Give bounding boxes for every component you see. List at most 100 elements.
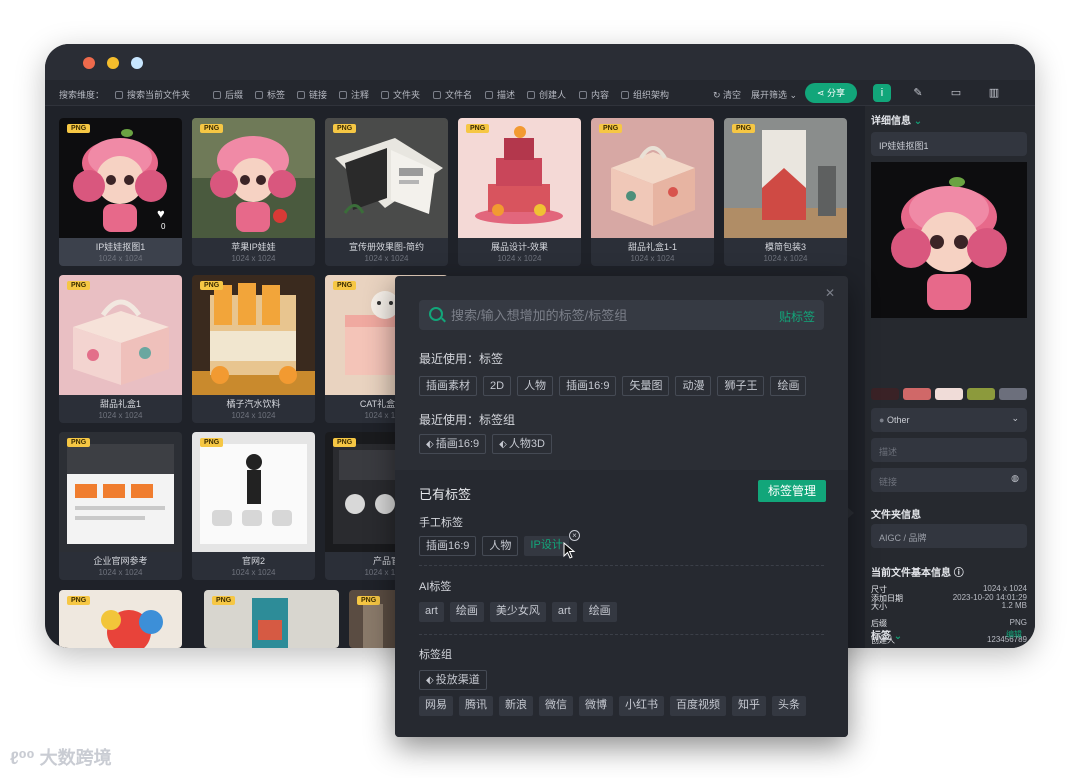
color-swatch[interactable] [967,388,995,400]
group-tag-chip[interactable]: 微信 [539,696,573,716]
filter-option-note[interactable]: 注释 [339,88,369,101]
tag-chip[interactable]: 动漫 [675,376,712,396]
file-type-badge: PNG [599,124,623,133]
tag-chip[interactable]: 人物 [517,376,554,396]
group-tag-chip[interactable]: 小红书 [619,696,664,716]
info-row-date: 添加日期 2023-10-20 14:01:29 [871,593,1027,603]
asset-name: 展品设计-效果 [491,242,548,252]
share-button[interactable]: ⋖ 分享 [805,83,857,103]
asset-card[interactable]: PNG ♥ 0 IP娃娃抠图1 1024 x 1024 [59,118,182,266]
tag-chip[interactable]: 2D [483,376,512,396]
group-tag-chip[interactable]: 腾讯 [459,696,493,716]
expand-filters-button[interactable]: 展开筛选 ⌄ [751,88,797,101]
asset-card[interactable]: PNG [59,590,182,648]
close-window-button[interactable] [83,57,95,69]
group-tag-chip[interactable]: 网易 [419,696,453,716]
filter-option-description[interactable]: 描述 [485,88,515,101]
maximize-window-button[interactable] [131,57,143,69]
asset-card[interactable]: PNG 橘子汽水饮料 1024 x 1024 [192,275,315,423]
color-swatch[interactable] [935,388,963,400]
tag-group-tags: 网易 腾讯 新浪 微信 微博 小红书 百度视频 知乎 头条 [419,696,806,716]
asset-size: 1024 x 1024 [231,568,276,577]
link-field[interactable]: 链接 ◍ [871,468,1027,492]
tag-chip[interactable]: 绘画 [770,376,807,396]
group-tag-chip[interactable]: 百度视频 [670,696,726,716]
manual-tag-chip[interactable]: 人物 [482,536,519,556]
ai-tag-chip[interactable]: 绘画 [449,602,484,622]
asset-thumbnail [724,118,847,238]
color-swatch[interactable] [903,388,931,400]
asset-card[interactable]: PNG 模简包装3 1024 x 1024 [724,118,847,266]
group-tag-chip[interactable]: 知乎 [732,696,766,716]
remove-tag-icon[interactable]: × [569,530,580,541]
filter-option-folder[interactable]: 文件夹 [381,88,420,101]
ai-tag-chip[interactable]: art [419,602,444,622]
tag-chip[interactable]: 插画16:9 [559,376,617,396]
globe-icon[interactable]: ◍ [1011,473,1019,484]
tag-chip[interactable]: 狮子王 [717,376,765,396]
file-type-badge: PNG [357,596,381,605]
color-swatch[interactable] [999,388,1027,400]
file-type-badge: PNG [67,438,91,447]
clear-filters-button[interactable]: ↻ 清空 [713,88,741,101]
filter-option-content[interactable]: 内容 [579,88,609,101]
description-field[interactable]: 描述 [871,438,1027,462]
tag-chip[interactable]: 矢量图 [622,376,670,396]
asset-card[interactable]: PNG 甜品礼盒1-1 1024 x 1024 [591,118,714,266]
comment-tab-icon[interactable]: ✎ [909,84,927,102]
filter-option-tag[interactable]: 标签 [255,88,285,101]
filter-option-current-folder[interactable]: 搜索当前文件夹 [115,88,190,101]
basic-info-title: 当前文件基本信息 ⓘ [871,568,964,579]
color-swatch[interactable] [871,388,899,400]
asset-card[interactable]: PNG 企业官网参考 1024 x 1024 [59,432,182,580]
asset-card[interactable]: PNG 官网2 1024 x 1024 [192,432,315,580]
recent-tags-title: 最近使用：标签 [419,352,504,366]
ai-tag-chip[interactable]: art [551,602,577,622]
edit-tags-link[interactable]: 编辑 [1006,629,1022,640]
tag-group-chip[interactable]: ⬖ 人物3D [492,434,552,454]
asset-card[interactable]: PNG [349,590,399,648]
asset-name: 橘子汽水饮料 [226,399,281,409]
close-icon[interactable]: ✕ [825,286,835,300]
filter-option-creator[interactable]: 创建人 [527,88,566,101]
tag-group-chip[interactable]: ⬖ 插画16:9 [419,434,487,454]
detail-section-title[interactable]: 详细信息 ⌄ [871,112,922,127]
asset-name-field[interactable]: IP娃娃抠图1 [871,132,1027,156]
manual-tag-chip[interactable]: 插画16:9 [419,536,477,556]
tags-section-title[interactable]: 标签 ⌄ [871,627,902,642]
info-icon[interactable]: ⓘ [951,568,964,579]
asset-thumbnail [458,118,581,238]
asset-card[interactable]: PNG 苹果IP娃娃 1024 x 1024 [192,118,315,266]
folder-path[interactable]: AIGC / 品牌 [871,524,1027,548]
tag-chip[interactable]: 插画素材 [419,376,477,396]
filter-option-suffix[interactable]: 后缀 [213,88,243,101]
asset-card[interactable]: PNG 宣传册效果图-简约 1024 x 1024 [325,118,448,266]
filter-option-filename[interactable]: 文件名 [433,88,472,101]
asset-thumbnail [591,118,714,238]
group-tag-chip[interactable]: 头条 [772,696,806,716]
paste-tag-button[interactable]: 贴标签 [779,308,815,325]
minimize-window-button[interactable] [107,57,119,69]
asset-size: 1024 x 1024 [231,254,276,263]
existing-tags-title: 已有标签 [419,487,472,502]
ai-tag-chip[interactable]: 绘画 [582,602,617,622]
chart-tab-icon[interactable]: ▥ [985,84,1003,102]
watermark-logo: ℓ⁰⁰ 大数跨境 [10,748,112,768]
tag-management-button[interactable]: 标签管理 [758,480,826,502]
category-select[interactable]: ● Other ⌄ [871,408,1027,432]
info-tab-icon[interactable]: i [873,84,891,102]
group-tag-chip[interactable]: 微博 [579,696,613,716]
asset-card[interactable]: PNG 展品设计-效果 1024 x 1024 [458,118,581,266]
tag-group-chip[interactable]: ⬖ 投放渠道 [419,670,487,690]
asset-card[interactable]: PNG 甜品礼盒1 1024 x 1024 [59,275,182,423]
filter-option-link[interactable]: 链接 [297,88,327,101]
folder-tab-icon[interactable]: ▭ [947,84,965,102]
group-tag-chip[interactable]: 新浪 [499,696,533,716]
heart-icon[interactable]: ♥ [157,206,165,221]
ai-tag-chip[interactable]: 美少女风 [489,602,546,622]
tag-icon: ⬖ [499,439,507,450]
asset-card[interactable]: PNG [204,590,339,648]
filter-option-org[interactable]: 组织架构 [621,88,669,101]
asset-size: 1024 x 1024 [497,254,542,263]
tag-search-input[interactable] [451,307,771,323]
